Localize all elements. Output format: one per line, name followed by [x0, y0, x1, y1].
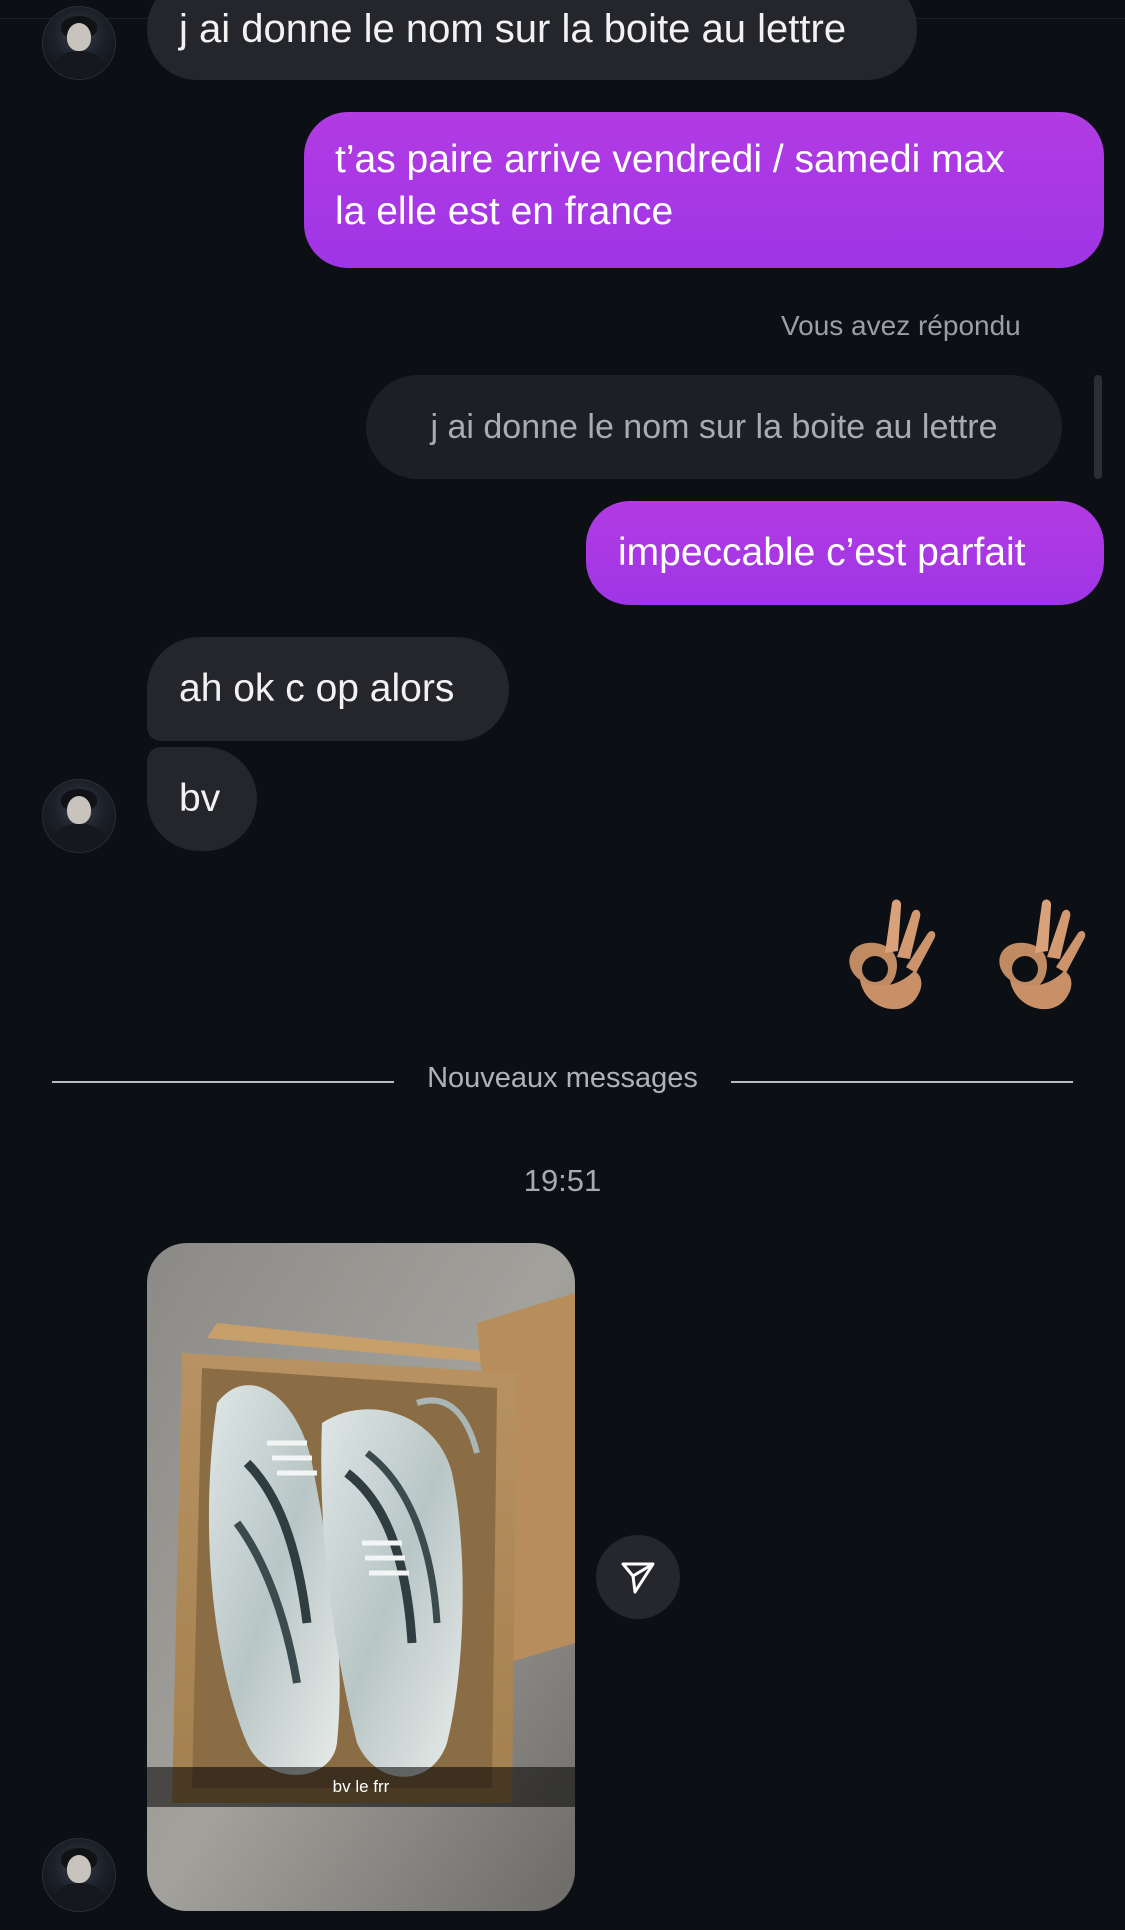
divider-line-left	[52, 1081, 394, 1083]
send-icon	[621, 1562, 655, 1594]
message-received-partial[interactable]: j ai donne le nom sur la boite au lettre	[147, 0, 917, 80]
share-button[interactable]	[596, 1535, 680, 1619]
ok-hand-icon	[849, 899, 936, 1010]
emoji-message[interactable]	[830, 895, 1090, 1035]
avatar[interactable]	[42, 779, 116, 853]
scrollbar[interactable]	[1094, 375, 1102, 479]
sneaker-box-photo	[147, 1243, 575, 1911]
message-sent[interactable]: t’as paire arrive vendredi / samedi max …	[304, 112, 1104, 268]
avatar[interactable]	[42, 6, 116, 80]
message-sent[interactable]: impeccable c’est parfait	[586, 501, 1104, 605]
ok-hand-icon	[999, 899, 1086, 1010]
timestamp: 19:51	[523, 1163, 602, 1198]
photo-message[interactable]: bv le frr	[147, 1243, 575, 1911]
message-received[interactable]: ah ok c op alors	[147, 637, 509, 741]
reply-label: Vous avez répondu	[781, 310, 1021, 341]
new-messages-divider: Nouveaux messages	[427, 1062, 698, 1094]
photo-caption: bv le frr	[147, 1767, 575, 1807]
reply-quote[interactable]: j ai donne le nom sur la boite au lettre	[366, 375, 1062, 479]
avatar[interactable]	[42, 1838, 116, 1912]
divider-line-right	[731, 1081, 1073, 1083]
message-received[interactable]: bv	[147, 747, 257, 851]
